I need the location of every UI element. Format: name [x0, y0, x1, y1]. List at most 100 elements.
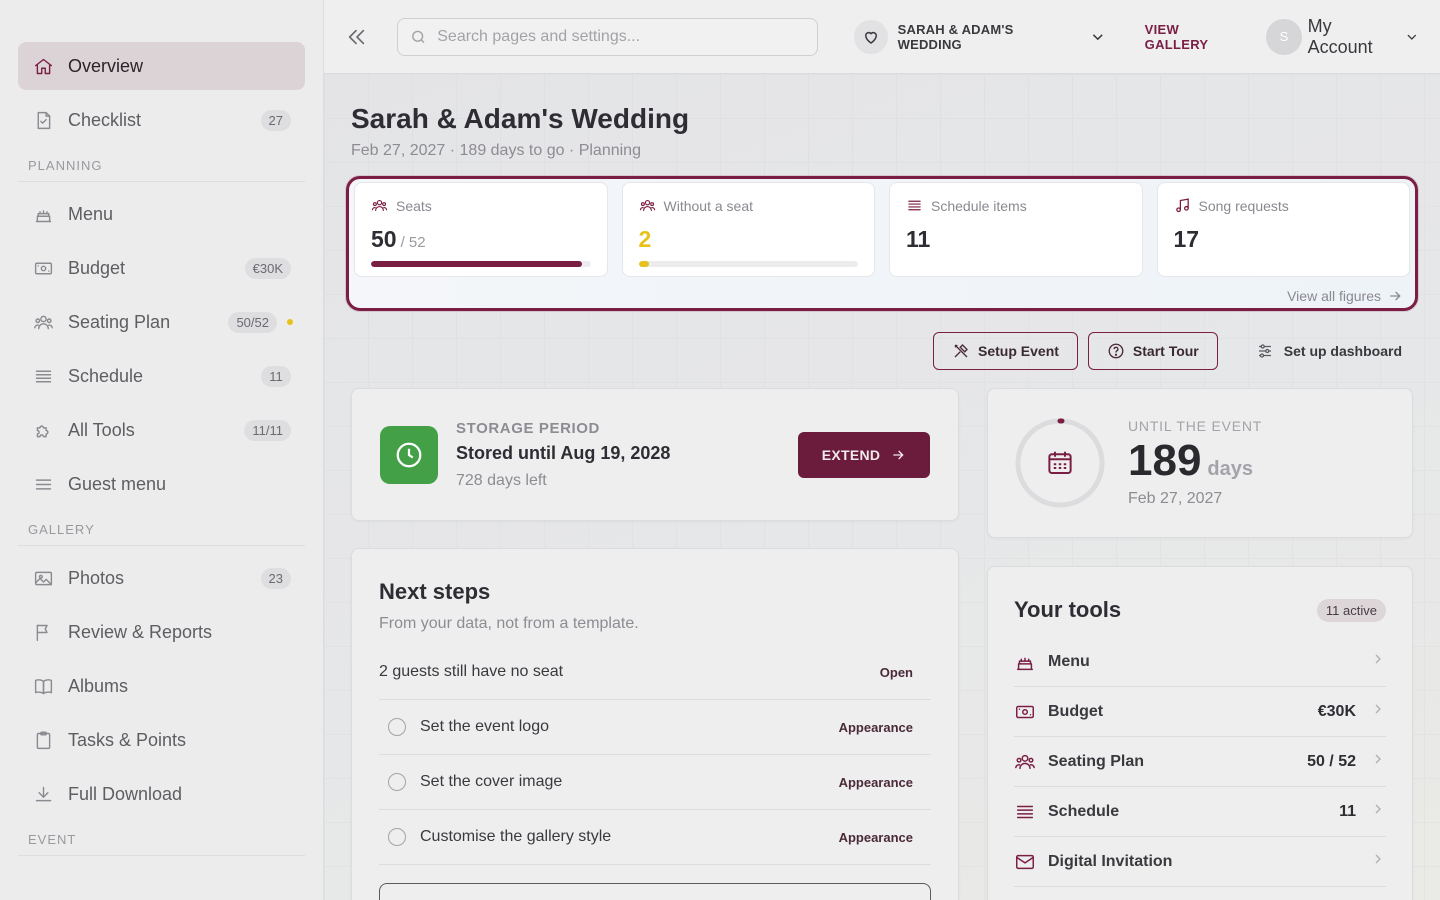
stat-card-schedule-items[interactable]: Schedule items 11: [889, 182, 1143, 277]
view-gallery-link[interactable]: VIEW GALLERY: [1145, 22, 1245, 52]
extend-button[interactable]: EXTEND: [798, 431, 930, 478]
chevron-right-icon: [1370, 751, 1386, 772]
tool-label: Budget: [1048, 702, 1104, 720]
sidebar-item-label: Budget: [68, 257, 126, 278]
download-icon: [32, 783, 54, 805]
tool-value: 50 / 52: [1307, 752, 1356, 770]
next-steps-title: Next steps: [379, 579, 491, 604]
next-steps-more-button[interactable]: [379, 883, 931, 900]
search-icon: [412, 30, 425, 43]
countdown-card: UNTIL THE EVENT 189 days Feb 27, 2027: [987, 388, 1413, 538]
clock-icon: [380, 425, 438, 484]
view-all-figures-link[interactable]: View all figures: [1287, 288, 1403, 304]
next-step-item: Set the cover image Appearance: [379, 755, 931, 810]
tool-row-digital-invitation[interactable]: Digital Invitation: [1014, 837, 1386, 887]
countdown-value: 189: [1128, 436, 1202, 485]
sidebar-item-menu[interactable]: Menu: [18, 190, 305, 238]
storage-headline: Stored until Aug 19, 2028: [456, 442, 671, 463]
stat-progress-bar: [638, 261, 858, 267]
sidebar-item-label: Albums: [68, 675, 129, 696]
stat-value: 17: [1174, 226, 1394, 253]
sidebar-item-guest-menu[interactable]: Guest menu: [18, 460, 305, 508]
stat-number: 2: [638, 226, 652, 252]
storage-kicker: STORAGE PERIOD: [456, 419, 600, 437]
next-step-action-link[interactable]: Appearance: [839, 775, 913, 790]
sidebar-nav: Overview Checklist 27 PLANNING Menu Budget €30…: [18, 42, 305, 856]
tool-label: Menu: [1048, 652, 1090, 670]
cake-icon: [1014, 651, 1036, 673]
sidebar-item-all-tools[interactable]: All Tools 11/11: [18, 406, 305, 454]
start-tour-button[interactable]: Start Tour: [1087, 332, 1218, 370]
search-input[interactable]: [437, 27, 806, 46]
menu-lines-icon: [32, 473, 54, 495]
next-step-action-link[interactable]: Appearance: [839, 720, 913, 735]
next-step-label: Set the event logo: [420, 718, 549, 735]
mail-icon: [1014, 851, 1036, 873]
sidebar-item-seating-plan[interactable]: Seating Plan 50/52: [18, 298, 305, 346]
page-subtitle: Feb 27, 2027 · 189 days to go · Planning: [351, 142, 641, 159]
sidebar-item-overview[interactable]: Overview: [18, 42, 305, 90]
sidebar-item-photos[interactable]: Photos 23: [18, 554, 305, 602]
setup-dashboard-button[interactable]: Set up dashboard: [1228, 332, 1420, 370]
tool-row-schedule[interactable]: Schedule 11: [1014, 787, 1386, 837]
stat-label: Schedule items: [931, 197, 1027, 214]
list-icon: [906, 197, 931, 214]
tool-row-seating-plan[interactable]: Seating Plan 50 / 52: [1014, 737, 1386, 787]
sidebar-item-budget[interactable]: Budget €30K: [18, 244, 305, 292]
search-box[interactable]: [397, 17, 819, 56]
help-circle-icon: [1108, 343, 1124, 359]
tools-header: Your tools 11 active: [1014, 597, 1386, 623]
step-checkbox[interactable]: [388, 718, 406, 736]
stat-header: Seats: [371, 197, 591, 214]
next-steps-card: Next steps From your data, not from a te…: [351, 548, 959, 900]
stat-card-without-a-seat[interactable]: Without a seat 2: [621, 182, 875, 277]
sidebar-item-label: Checklist: [68, 109, 142, 130]
next-step-item: Set the event logo Appearance: [379, 700, 931, 755]
sidebar-item-label: Menu: [68, 203, 114, 224]
list-icon: [1014, 801, 1036, 823]
sidebar-item-full-download[interactable]: Full Download: [18, 770, 305, 818]
sidebar-item-label: Full Download: [68, 783, 183, 804]
tool-row-menu[interactable]: Menu: [1014, 637, 1386, 687]
heart-icon: [854, 19, 888, 54]
setup-event-button[interactable]: Setup Event: [933, 332, 1078, 370]
sidebar-item-label: Tasks & Points: [68, 729, 187, 750]
event-switcher[interactable]: SARAH & ADAM'S WEDDING: [854, 19, 1106, 54]
tool-row-budget[interactable]: Budget €30K: [1014, 687, 1386, 737]
collapse-sidebar-icon[interactable]: [346, 25, 369, 49]
storage-card: STORAGE PERIOD Stored until Aug 19, 2028…: [351, 388, 959, 521]
sidebar-section-title: EVENT: [18, 832, 305, 856]
people-icon: [371, 197, 396, 214]
sidebar-item-schedule[interactable]: Schedule 11: [18, 352, 305, 400]
chevron-right-icon: [1370, 801, 1386, 822]
step-checkbox[interactable]: [388, 828, 406, 846]
setup-dashboard-label: Set up dashboard: [1283, 343, 1402, 359]
setup-event-label: Setup Event: [978, 343, 1059, 359]
sidebar-item-albums[interactable]: Albums: [18, 662, 305, 710]
next-step-action-link[interactable]: Appearance: [839, 830, 913, 845]
step-checkbox[interactable]: [388, 773, 406, 791]
sliders-icon: [1258, 344, 1271, 358]
account-menu[interactable]: S My Account: [1266, 16, 1420, 58]
sidebar-item-label: Review & Reports: [68, 621, 213, 642]
stat-number: 11: [906, 226, 931, 252]
sidebar-item-tasks-points[interactable]: Tasks & Points: [18, 716, 305, 764]
stat-card-seats[interactable]: Seats 50/ 52: [354, 182, 608, 277]
stat-total: / 52: [400, 234, 426, 251]
sidebar-item-badge: 23: [260, 567, 291, 589]
stat-card-song-requests[interactable]: Song requests 17: [1156, 182, 1410, 277]
people-icon: [639, 197, 664, 214]
chevron-right-icon: [1370, 851, 1386, 872]
countdown-ring: [1014, 417, 1106, 509]
sidebar-item-label: Schedule: [68, 365, 144, 386]
sidebar-item-checklist[interactable]: Checklist 27: [18, 96, 305, 144]
stat-value: 50/ 52: [371, 226, 591, 253]
arrow-right-icon: [893, 450, 904, 459]
sidebar-item-review-reports[interactable]: Review & Reports: [18, 608, 305, 656]
clipboard-icon: [32, 729, 54, 751]
next-step-action-link[interactable]: Open: [880, 665, 913, 680]
sidebar-item-label: Photos: [68, 567, 125, 588]
sidebar-item-badge: 50/52: [228, 311, 277, 333]
chevron-down-icon: [1407, 34, 1417, 40]
countdown-kicker: UNTIL THE EVENT: [1128, 418, 1263, 434]
